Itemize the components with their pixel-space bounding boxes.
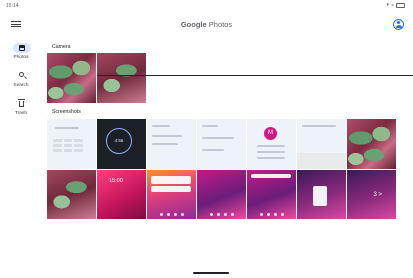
navigation-rail: Photos Search Trash — [4, 40, 38, 124]
photo-thumbnail[interactable] — [97, 53, 146, 103]
logo-photos: Photos — [208, 20, 233, 29]
thumbnail-text: 3 > — [373, 192, 382, 198]
screenshot-thumbnail[interactable]: 3 > — [347, 170, 396, 219]
status-bar: 15:14 ▾ ◒ — [0, 0, 413, 12]
dialog-preview — [313, 186, 327, 206]
section-title-camera: Camera — [52, 44, 71, 50]
screenshot-thumbnail[interactable] — [197, 170, 246, 219]
app-logo: Google Photos — [0, 20, 413, 29]
notification-icon: ▾ — [386, 2, 389, 8]
app-bar: Google Photos — [0, 12, 413, 38]
screenshot-thumbnail[interactable] — [47, 170, 96, 219]
nav-item-search[interactable]: Search — [4, 68, 38, 96]
nav-label-search: Search — [13, 83, 29, 88]
nav-label-photos: Photos — [13, 55, 29, 60]
screenshot-thumbnail[interactable] — [47, 119, 96, 169]
screenshot-thumbnail[interactable]: 4:56 — [97, 119, 146, 169]
photos-icon — [19, 45, 25, 51]
screenshot-thumbnail[interactable] — [197, 119, 246, 169]
account-icon[interactable] — [393, 19, 404, 30]
screenshot-thumbnail[interactable]: M — [247, 119, 296, 169]
keyboard-preview — [297, 153, 346, 169]
lockscreen-time: 15:00 — [109, 178, 123, 184]
trash-icon — [18, 99, 25, 107]
screenshot-thumbnail[interactable] — [247, 170, 296, 219]
nav-item-trash[interactable]: Trash — [4, 96, 38, 124]
screenshot-thumbnail[interactable] — [147, 119, 196, 169]
nav-item-photos[interactable]: Photos — [4, 40, 38, 68]
nav-label-trash: Trash — [14, 111, 28, 116]
section-title-screenshots: Screenshots — [52, 109, 81, 115]
home-indicator[interactable] — [193, 272, 229, 274]
timer-text: 4:56 — [114, 138, 124, 143]
status-time: 15:14 — [6, 3, 19, 9]
avatar: M — [264, 127, 277, 140]
status-icons: ▾ ◒ — [386, 2, 405, 8]
screenshot-thumbnail[interactable] — [297, 170, 346, 219]
screenshot-thumbnail[interactable] — [297, 119, 346, 169]
screenshot-thumbnail[interactable]: 15:00 — [97, 170, 146, 219]
battery-icon — [396, 2, 405, 8]
screenshot-thumbnail[interactable] — [147, 170, 196, 219]
photo-thumbnail[interactable] — [47, 53, 96, 103]
logo-google: Google — [180, 20, 207, 29]
divider-line — [97, 75, 413, 76]
wifi-icon: ◒ — [390, 2, 394, 8]
search-icon — [19, 72, 24, 77]
screenshot-thumbnail[interactable] — [347, 119, 396, 169]
